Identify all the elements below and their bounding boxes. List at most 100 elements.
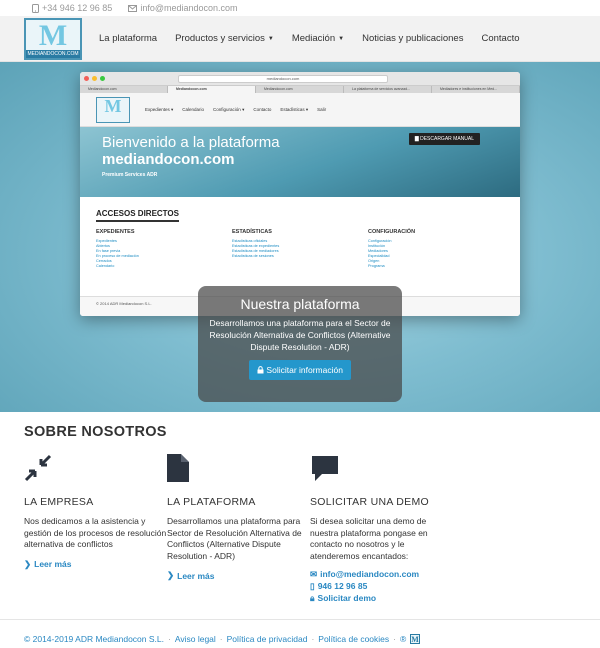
- browser-tab: Mediandocon.com: [256, 86, 344, 93]
- link-label: Leer más: [34, 559, 72, 569]
- inner-hero-subtitle: Premium Services ADR: [102, 172, 158, 178]
- compress-arrows-icon: [24, 454, 52, 482]
- lock-icon: [257, 366, 264, 374]
- col-title: ESTADÍSTICAS: [232, 229, 272, 235]
- browser-tab: Mediandocon.com: [168, 86, 256, 93]
- logo-letter: M: [38, 18, 68, 52]
- nav-item-noticias[interactable]: Noticias y publicaciones: [362, 33, 463, 44]
- document-icon: [167, 454, 189, 482]
- inner-logo-letter: M: [104, 95, 122, 116]
- maximize-dot-icon: [100, 76, 105, 81]
- browser-url: mediandocon.com: [178, 74, 388, 83]
- col-title: CONFIGURACIÓN: [368, 229, 416, 235]
- site-footer: © 2014-2019 ADR Mediandocon S.L. · Aviso…: [0, 619, 600, 648]
- inner-logo: M: [96, 95, 130, 123]
- chat-bubble-icon: [312, 456, 338, 481]
- inner-nav-item: Expedientes ▾: [145, 106, 174, 112]
- solicitar-informacion-button[interactable]: Solicitar información: [249, 360, 351, 380]
- inner-accesos: ACCESOS DIRECTOS EXPEDIENTES Expedientes…: [80, 197, 520, 269]
- mini-logo-icon: M: [410, 633, 421, 644]
- leer-mas-link[interactable]: ❯ Leer más: [167, 570, 310, 581]
- col-text: Nos dedicamos a la asistencia y gestión …: [24, 516, 167, 549]
- browser-tab: La plataforma de servicios avanzad...: [344, 86, 432, 93]
- nav-label: Productos y servicios: [175, 33, 265, 44]
- footer-link-cookies[interactable]: Política de cookies: [318, 634, 389, 644]
- demo-phone-link[interactable]: ▯ 946 12 96 85: [310, 580, 453, 592]
- chevron-right-icon: ❯: [24, 558, 32, 569]
- email-text: info@mediandocon.com: [140, 3, 238, 13]
- hero-section: mediandocon.com Mediandocon.com Mediando…: [0, 62, 600, 412]
- footer-link-privacidad[interactable]: Política de privacidad: [227, 634, 308, 644]
- separator: ·: [168, 633, 171, 644]
- inner-hero: Bienvenido a la plataforma mediandocon.c…: [80, 127, 520, 197]
- inner-hero-domain: mediandocon.com: [102, 151, 235, 168]
- leer-mas-link[interactable]: ❯ Leer más: [24, 559, 167, 570]
- browser-toolbar: mediandocon.com: [80, 72, 520, 86]
- hero-overlay-card: Nuestra plataforma Desarrollamos una pla…: [198, 286, 402, 402]
- overlay-description: Desarrollamos una plataforma para el Sec…: [209, 318, 391, 352]
- col-title: SOLICITAR UNA DEMO: [310, 496, 429, 508]
- nav-item-productos[interactable]: Productos y servicios ▼: [175, 33, 274, 44]
- footer-copyright: © 2014-2019 ADR Mediandocon S.L.: [24, 633, 164, 644]
- separator: ·: [311, 633, 315, 644]
- minimize-dot-icon: [92, 76, 97, 81]
- phone-contact[interactable]: +34 946 12 96 85: [32, 3, 112, 13]
- link-label: Solicitar demo: [317, 593, 377, 603]
- col-empresa: LA EMPRESA Nos dedicamos a la asistencia…: [24, 454, 167, 604]
- overlay-title: Nuestra plataforma: [240, 296, 360, 312]
- link-label: Leer más: [177, 570, 215, 581]
- phone-text: +34 946 12 96 85: [42, 3, 113, 13]
- inner-col-expedientes: EXPEDIENTES Expedientes Abiertos En fase…: [96, 229, 232, 269]
- col-title: LA EMPRESA: [24, 496, 94, 508]
- logo-text: MEDIANDOCON.COM: [26, 49, 80, 58]
- col-title: EXPEDIENTES: [96, 229, 135, 235]
- inner-col-estadisticas: ESTADÍSTICAS Estadísticas oficiales Esta…: [232, 229, 368, 269]
- footer-link-aviso-legal[interactable]: Aviso legal: [175, 634, 216, 644]
- col-plataforma: LA PLATAFORMA Desarrollamos una platafor…: [167, 454, 310, 604]
- nav-label: Mediación: [291, 33, 336, 44]
- site-logo[interactable]: M MEDIANDOCON.COM: [24, 17, 82, 60]
- col-text: Desarrollamos una plataforma para Sector…: [167, 516, 302, 561]
- registered-mark: ®: [400, 633, 407, 644]
- col-demo: SOLICITAR UNA DEMO Si desea solicitar un…: [310, 454, 453, 604]
- nav-item-plataforma[interactable]: La plataforma: [99, 33, 157, 44]
- inner-nav-item: Calendario: [182, 107, 205, 112]
- browser-tabs: Mediandocon.com Mediandocon.com Mediando…: [80, 86, 520, 93]
- inner-nav-item: Salir: [317, 107, 327, 112]
- envelope-icon: [128, 4, 138, 12]
- inner-link: Estadísticas de sesiones: [232, 254, 274, 258]
- separator: ·: [393, 633, 396, 644]
- about-section: SOBRE NOSOTROS LA EMPRESA Nos dedicamos …: [0, 412, 600, 604]
- nav-label: Noticias y publicaciones: [362, 33, 464, 44]
- link-label: 946 12 96 85: [317, 581, 368, 591]
- section-title: SOBRE NOSOTROS: [24, 424, 167, 440]
- button-label: Solicitar información: [266, 365, 343, 375]
- main-navbar: M MEDIANDOCON.COM La plataforma Producto…: [0, 16, 600, 62]
- phone-icon: ▯: [310, 581, 315, 591]
- inner-nav-item: Contacto: [253, 107, 272, 112]
- nav-item-contacto[interactable]: Contacto: [481, 33, 519, 44]
- nav-label: La plataforma: [99, 33, 158, 44]
- caret-down-icon: ▼: [267, 35, 274, 42]
- inner-navbar: M Expedientes ▾ Calendario Configuración…: [80, 93, 520, 127]
- nav-label: Contacto: [481, 33, 520, 44]
- inner-link: Programa: [368, 264, 385, 268]
- accesos-title: ACCESOS DIRECTOS: [96, 209, 179, 222]
- separator: ·: [219, 633, 223, 644]
- link-label: info@mediandocon.com: [320, 569, 420, 579]
- nav-item-mediacion[interactable]: Mediación ▼: [292, 33, 344, 44]
- browser-tab: Mediadores e instituciones en Med...: [432, 86, 520, 93]
- col-title: LA PLATAFORMA: [167, 496, 256, 508]
- solicitar-demo-link[interactable]: 🔒︎ Solicitar demo: [310, 592, 453, 604]
- email-contact[interactable]: info@mediandocon.com: [128, 3, 238, 13]
- inner-nav-item: Estadísticas ▾: [280, 106, 309, 112]
- svg-text:M: M: [411, 635, 419, 644]
- demo-email-link[interactable]: ✉ info@mediandocon.com: [310, 568, 453, 580]
- inner-col-configuracion: CONFIGURACIÓN Configuración Institución …: [368, 229, 504, 269]
- top-contact-bar: +34 946 12 96 85 info@mediandocon.com: [0, 0, 600, 16]
- close-dot-icon: [84, 76, 89, 81]
- chevron-right-icon: ❯: [167, 570, 175, 580]
- inner-download-button: ▇ DESCARGAR MANUAL: [408, 133, 480, 145]
- col-text: Si desea solicitar una demo de nuestra p…: [310, 516, 428, 561]
- envelope-icon: ✉: [310, 569, 318, 579]
